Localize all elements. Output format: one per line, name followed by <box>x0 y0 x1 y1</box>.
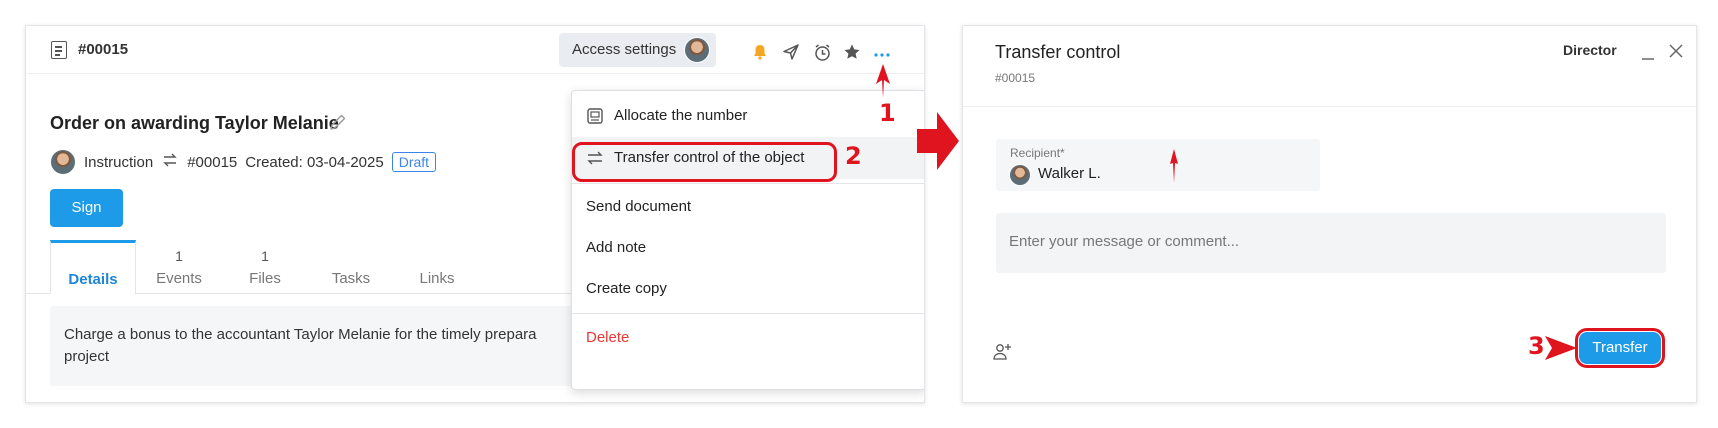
swap-icon <box>161 151 179 173</box>
document-id: #00015 <box>78 41 129 58</box>
step-number-2: 2 <box>845 142 862 170</box>
tab-label: Files <box>249 270 281 287</box>
tab-label: Details <box>68 271 118 288</box>
tab-label: Links <box>419 270 455 287</box>
annotation-arrow-up-icon <box>875 64 891 105</box>
transfer-control-dialog: Transfer control #00015 Director Recipie… <box>962 25 1697 403</box>
message-input[interactable]: Enter your message or comment... <box>996 213 1666 273</box>
menu-item-send-document[interactable]: Send document <box>572 186 924 228</box>
tab-label: Events <box>156 270 202 287</box>
author-avatar <box>50 149 76 175</box>
tab-tasks[interactable]: Tasks <box>308 240 394 294</box>
recipient-avatar <box>1009 164 1031 186</box>
status-badge: Draft <box>391 152 437 172</box>
document-number: #00015 <box>187 153 238 171</box>
bell-icon[interactable] <box>750 42 770 62</box>
owner-avatar <box>684 37 711 63</box>
menu-item-label: Create copy <box>586 280 667 297</box>
tab-count: 1 <box>175 248 183 264</box>
dialog-subtitle: #00015 <box>995 71 1036 85</box>
edit-pencil-icon[interactable] <box>328 112 348 137</box>
dialog-divider <box>963 106 1696 107</box>
annotation-highlight-transfer <box>572 142 837 182</box>
step-number-3: 3 <box>1528 332 1545 360</box>
menu-item-label: Add note <box>586 239 647 256</box>
flow-arrow-icon <box>917 112 959 175</box>
tab-events[interactable]: 1 Events <box>136 240 222 294</box>
more-options-menu: Allocate the number Transfer control of … <box>571 90 924 390</box>
screenshot-stage: #00015 Access settings Order on awarding… <box>0 0 1718 428</box>
add-person-icon[interactable] <box>993 342 1013 365</box>
menu-item-label: Delete <box>586 329 630 346</box>
menu-divider <box>572 313 924 314</box>
annotation-cursor-icon <box>1169 149 1179 188</box>
tab-details[interactable]: Details <box>50 240 136 294</box>
menu-divider <box>572 183 924 184</box>
recipient-value: Walker L. <box>1038 165 1101 182</box>
tab-label: Tasks <box>331 270 371 287</box>
more-options-icon[interactable] <box>872 42 892 62</box>
number-icon <box>586 107 604 125</box>
tab-links[interactable]: Links <box>394 240 480 294</box>
menu-item-add-note[interactable]: Add note <box>572 227 924 269</box>
tabs: Details 1 Events 1 Files Tasks Links <box>50 240 480 294</box>
dialog-title: Transfer control <box>995 42 1121 62</box>
menu-item-allocate-number[interactable]: Allocate the number <box>572 95 924 137</box>
document-panel: #00015 Access settings Order on awarding… <box>25 25 925 403</box>
tab-count: 1 <box>261 248 269 264</box>
tab-files[interactable]: 1 Files <box>222 240 308 294</box>
created-date: Created: 03-04-2025 <box>245 153 384 171</box>
page-title: Order on awarding Taylor Melanie <box>50 113 339 133</box>
close-icon[interactable] <box>1668 43 1684 64</box>
star-icon[interactable] <box>842 42 862 62</box>
sign-button[interactable]: Sign <box>50 189 123 227</box>
document-type: Instruction <box>84 153 154 171</box>
send-icon[interactable] <box>781 42 801 62</box>
access-settings-button[interactable]: Access settings <box>559 33 717 67</box>
menu-item-create-copy[interactable]: Create copy <box>572 268 924 310</box>
document-meta: Instruction #00015 Created: 03-04-2025 D… <box>50 148 444 176</box>
document-icon <box>51 41 67 59</box>
menu-item-label: Send document <box>586 198 692 215</box>
recipient-field[interactable]: Recipient* Walker L. <box>996 139 1320 191</box>
menu-item-delete[interactable]: Delete <box>572 317 924 359</box>
annotation-arrow-right-icon <box>1545 334 1577 367</box>
alarm-clock-icon[interactable] <box>812 42 832 62</box>
menu-item-label: Allocate the number <box>614 107 748 124</box>
recipient-label: Recipient* <box>1010 146 1065 160</box>
access-settings-label: Access settings <box>572 41 677 58</box>
document-topbar: #00015 Access settings <box>26 26 924 74</box>
transfer-button[interactable]: Transfer <box>1579 332 1661 364</box>
user-role: Director <box>1563 42 1617 58</box>
minimize-icon[interactable] <box>1641 42 1655 62</box>
